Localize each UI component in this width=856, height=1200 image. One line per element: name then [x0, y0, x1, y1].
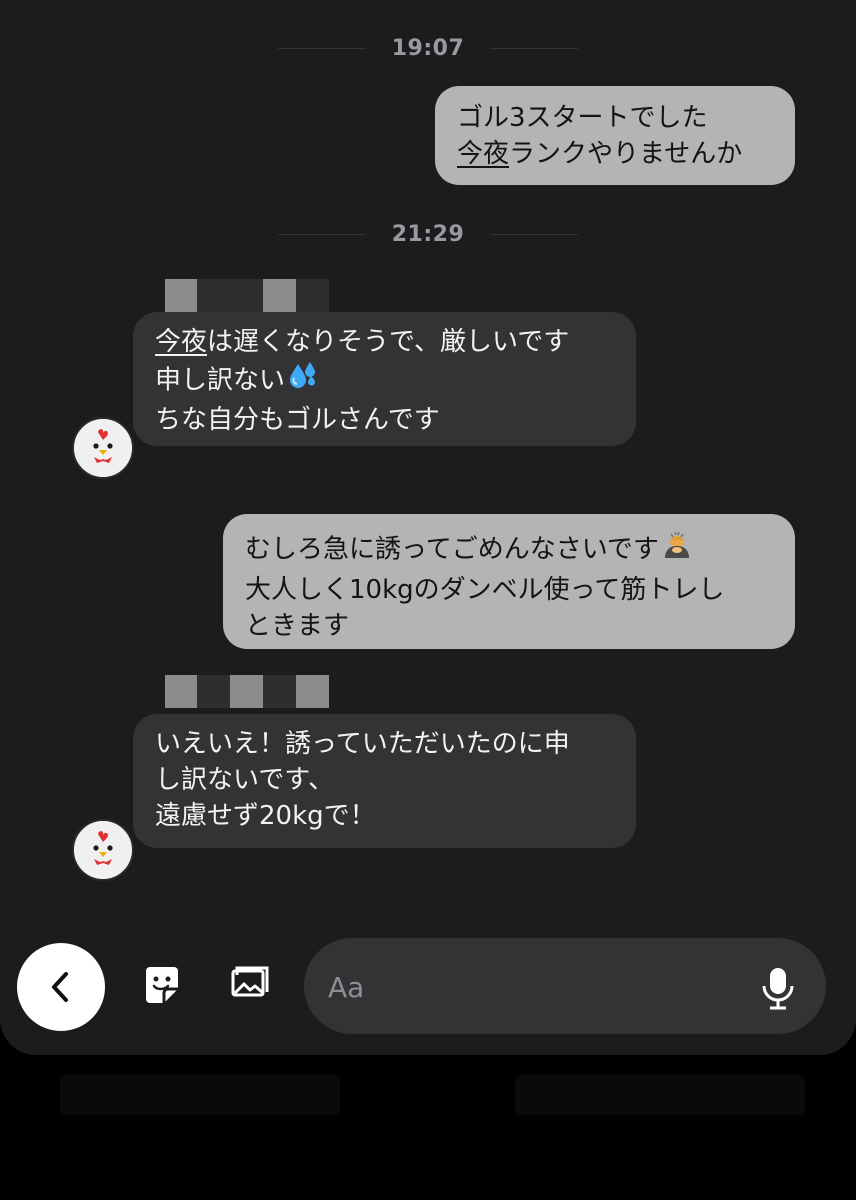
message-text: 大人しく10kgのダンベル使って筋トレし	[245, 575, 725, 605]
message-input-container	[304, 938, 826, 1036]
message-text: 今夜ランクやりませんか	[457, 136, 773, 172]
censor-block	[263, 279, 296, 312]
message-composer	[0, 935, 856, 1045]
microphone-icon[interactable]	[760, 966, 796, 1010]
avatar[interactable]	[72, 819, 134, 881]
chevron-left-icon	[52, 972, 68, 1002]
message-text: 今夜は遅くなりそうで、厳しいです	[155, 324, 614, 360]
censor-block	[165, 675, 197, 708]
divider-line	[277, 47, 366, 49]
faded-background-element	[515, 1075, 805, 1115]
censored-sender-name	[0, 279, 856, 312]
censor-block	[230, 675, 263, 708]
censor-block	[296, 279, 329, 312]
message-text-part: むしろ急に誘ってごめんなさいです	[245, 534, 659, 565]
censor-block	[197, 675, 230, 708]
sticker-icon[interactable]	[140, 963, 184, 1007]
underlined-word[interactable]: 今夜	[457, 139, 509, 169]
image-icon[interactable]	[228, 963, 272, 1007]
underlined-word[interactable]: 今夜	[155, 327, 207, 357]
divider-line	[490, 233, 579, 235]
timestamp-label: 19:07	[391, 35, 465, 61]
censor-block	[296, 675, 329, 708]
rooster-face-icon	[74, 419, 132, 477]
timestamp-label: 21:29	[391, 221, 465, 247]
censored-sender-name	[0, 675, 856, 708]
message-text: むしろ急に誘ってごめんなさいです	[245, 528, 773, 572]
rooster-face-icon	[74, 821, 132, 879]
chat-screen: 19:07 ゴル3スタートでした 今夜ランクやりませんか 21:29 今夜は遅く…	[0, 0, 856, 1055]
divider-line	[490, 47, 579, 49]
message-text-rest: ランクやりませんか	[509, 139, 743, 169]
divider-line	[277, 233, 366, 235]
message-text: ゴル3スタートでした	[457, 103, 708, 133]
censor-block	[263, 675, 296, 708]
message-text-rest: は遅くなりそうで、厳しいです	[207, 327, 570, 357]
sent-message[interactable]: むしろ急に誘ってごめんなさいです 大人しく10kgのダンベル使って筋トレし とき…	[223, 514, 795, 649]
message-text: 申し訳ない	[155, 360, 614, 402]
censor-block	[197, 279, 263, 312]
message-text: ちな自分もゴルさんです	[155, 405, 440, 435]
message-text: し訳ないです、	[155, 765, 335, 795]
avatar[interactable]	[72, 417, 134, 479]
faded-background-element	[60, 1075, 340, 1115]
message-text: いえいえ！誘っていただいたのに申	[155, 729, 570, 759]
timestamp-divider: 21:29	[0, 220, 856, 248]
sweat-droplets-icon	[287, 360, 319, 402]
sent-message[interactable]: ゴル3スタートでした 今夜ランクやりませんか	[435, 86, 795, 185]
person-bowing-icon	[661, 528, 695, 572]
message-text-part: 申し訳ない	[155, 365, 286, 396]
message-input[interactable]	[326, 938, 730, 1036]
received-message[interactable]: いえいえ！誘っていただいたのに申 し訳ないです、 遠慮せず20kgで！	[133, 714, 636, 848]
back-button[interactable]	[17, 943, 105, 1031]
received-message[interactable]: 今夜は遅くなりそうで、厳しいです 申し訳ない ちな自分もゴルさんです	[133, 312, 636, 446]
timestamp-divider: 19:07	[0, 34, 856, 62]
message-text: 遠慮せず20kgで！	[155, 801, 376, 831]
message-text: ときます	[245, 611, 350, 641]
censor-block	[165, 279, 197, 312]
